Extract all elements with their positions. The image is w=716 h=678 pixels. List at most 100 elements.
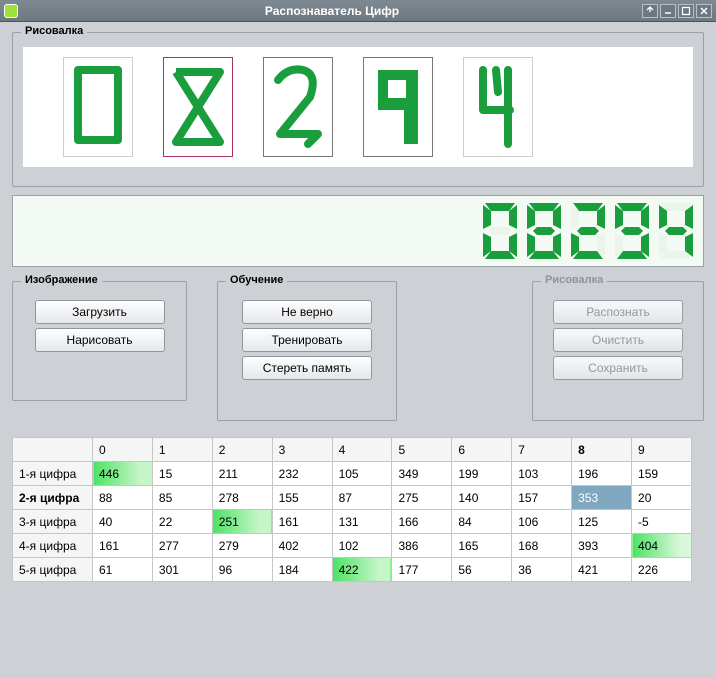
- cell[interactable]: -5: [632, 510, 692, 534]
- cell[interactable]: 161: [93, 534, 153, 558]
- train-panel: Обучение Не верно Тренировать Стереть па…: [217, 281, 397, 421]
- drawn-digit-1[interactable]: [63, 57, 133, 157]
- erase-memory-button[interactable]: Стереть память: [242, 356, 372, 380]
- drawing-legend: Рисовалка: [21, 25, 87, 37]
- cell[interactable]: 161: [272, 510, 332, 534]
- cell[interactable]: 15: [152, 462, 212, 486]
- drawctl-panel: Рисовалка Распознать Очистить Сохранить: [532, 281, 704, 421]
- col-header[interactable]: 1: [152, 438, 212, 462]
- cell[interactable]: 402: [272, 534, 332, 558]
- cell[interactable]: 184: [272, 558, 332, 582]
- cell[interactable]: 125: [572, 510, 632, 534]
- results-table[interactable]: 01234567891-я цифра446152112321053491991…: [12, 437, 692, 582]
- app-icon: [4, 4, 18, 18]
- cell[interactable]: 84: [452, 510, 512, 534]
- cell[interactable]: 131: [332, 510, 392, 534]
- drawn-digit-3[interactable]: [263, 57, 333, 157]
- cell[interactable]: 40: [93, 510, 153, 534]
- seg-digit-3: [567, 201, 609, 261]
- cell[interactable]: 140: [452, 486, 512, 510]
- draw-button[interactable]: Нарисовать: [35, 328, 165, 352]
- seg-digit-2: [523, 201, 565, 261]
- col-header[interactable]: 3: [272, 438, 332, 462]
- maximize-button[interactable]: [678, 4, 694, 18]
- cell[interactable]: 404: [632, 534, 692, 558]
- recognize-button: Распознать: [553, 300, 683, 324]
- close-button[interactable]: [696, 4, 712, 18]
- cell[interactable]: 353: [572, 486, 632, 510]
- cell[interactable]: 61: [93, 558, 153, 582]
- col-header[interactable]: 7: [512, 438, 572, 462]
- load-button[interactable]: Загрузить: [35, 300, 165, 324]
- col-header[interactable]: 8: [572, 438, 632, 462]
- minimize-button[interactable]: [660, 4, 676, 18]
- drawing-canvas-strip[interactable]: [23, 47, 693, 167]
- wrong-button[interactable]: Не верно: [242, 300, 372, 324]
- cell[interactable]: 196: [572, 462, 632, 486]
- cell[interactable]: 102: [332, 534, 392, 558]
- row-label: 2-я цифра: [13, 486, 93, 510]
- col-header[interactable]: 0: [93, 438, 153, 462]
- cell[interactable]: 349: [392, 462, 452, 486]
- cell[interactable]: 211: [212, 462, 272, 486]
- row-label: 4-я цифра: [13, 534, 93, 558]
- cell[interactable]: 22: [152, 510, 212, 534]
- cell[interactable]: 177: [392, 558, 452, 582]
- cell[interactable]: 251: [212, 510, 272, 534]
- cell[interactable]: 278: [212, 486, 272, 510]
- cell[interactable]: 87: [332, 486, 392, 510]
- cell[interactable]: 85: [152, 486, 212, 510]
- cell[interactable]: 103: [512, 462, 572, 486]
- cell[interactable]: 36: [512, 558, 572, 582]
- cell[interactable]: 277: [152, 534, 212, 558]
- col-header[interactable]: 9: [632, 438, 692, 462]
- cell[interactable]: 106: [512, 510, 572, 534]
- cell[interactable]: 446: [93, 462, 153, 486]
- cell[interactable]: 157: [512, 486, 572, 510]
- seg-digit-4: [611, 201, 653, 261]
- col-header[interactable]: 2: [212, 438, 272, 462]
- seg-digit-5: [655, 201, 697, 261]
- cell[interactable]: 422: [332, 558, 392, 582]
- col-header[interactable]: 4: [332, 438, 392, 462]
- cell[interactable]: 226: [632, 558, 692, 582]
- image-legend: Изображение: [21, 274, 102, 286]
- cell[interactable]: 20: [632, 486, 692, 510]
- cell[interactable]: 168: [512, 534, 572, 558]
- cell[interactable]: 232: [272, 462, 332, 486]
- cell[interactable]: 159: [632, 462, 692, 486]
- save-button: Сохранить: [553, 356, 683, 380]
- cell[interactable]: 275: [392, 486, 452, 510]
- drawn-digit-5[interactable]: [463, 57, 533, 157]
- image-panel: Изображение Загрузить Нарисовать: [12, 281, 187, 401]
- row-label: 5-я цифра: [13, 558, 93, 582]
- window-titlebar: Распознаватель Цифр: [0, 0, 716, 22]
- drawn-digit-4[interactable]: [363, 57, 433, 157]
- seven-seg-display: [12, 195, 704, 267]
- cell[interactable]: 199: [452, 462, 512, 486]
- row-label: 3-я цифра: [13, 510, 93, 534]
- cell[interactable]: 386: [392, 534, 452, 558]
- drawctl-legend: Рисовалка: [541, 274, 607, 286]
- cell[interactable]: 301: [152, 558, 212, 582]
- cell[interactable]: 166: [392, 510, 452, 534]
- pin-button[interactable]: [642, 4, 658, 18]
- window-title: Распознаватель Цифр: [24, 4, 640, 18]
- cell[interactable]: 88: [93, 486, 153, 510]
- train-legend: Обучение: [226, 274, 287, 286]
- train-button[interactable]: Тренировать: [242, 328, 372, 352]
- cell[interactable]: 165: [452, 534, 512, 558]
- cell[interactable]: 279: [212, 534, 272, 558]
- cell[interactable]: 155: [272, 486, 332, 510]
- cell[interactable]: 421: [572, 558, 632, 582]
- col-header[interactable]: 5: [392, 438, 452, 462]
- cell[interactable]: 393: [572, 534, 632, 558]
- seg-digit-1: [479, 201, 521, 261]
- clear-button: Очистить: [553, 328, 683, 352]
- cell[interactable]: 96: [212, 558, 272, 582]
- cell[interactable]: 105: [332, 462, 392, 486]
- cell[interactable]: 56: [452, 558, 512, 582]
- table-corner: [13, 438, 93, 462]
- col-header[interactable]: 6: [452, 438, 512, 462]
- drawn-digit-2[interactable]: [163, 57, 233, 157]
